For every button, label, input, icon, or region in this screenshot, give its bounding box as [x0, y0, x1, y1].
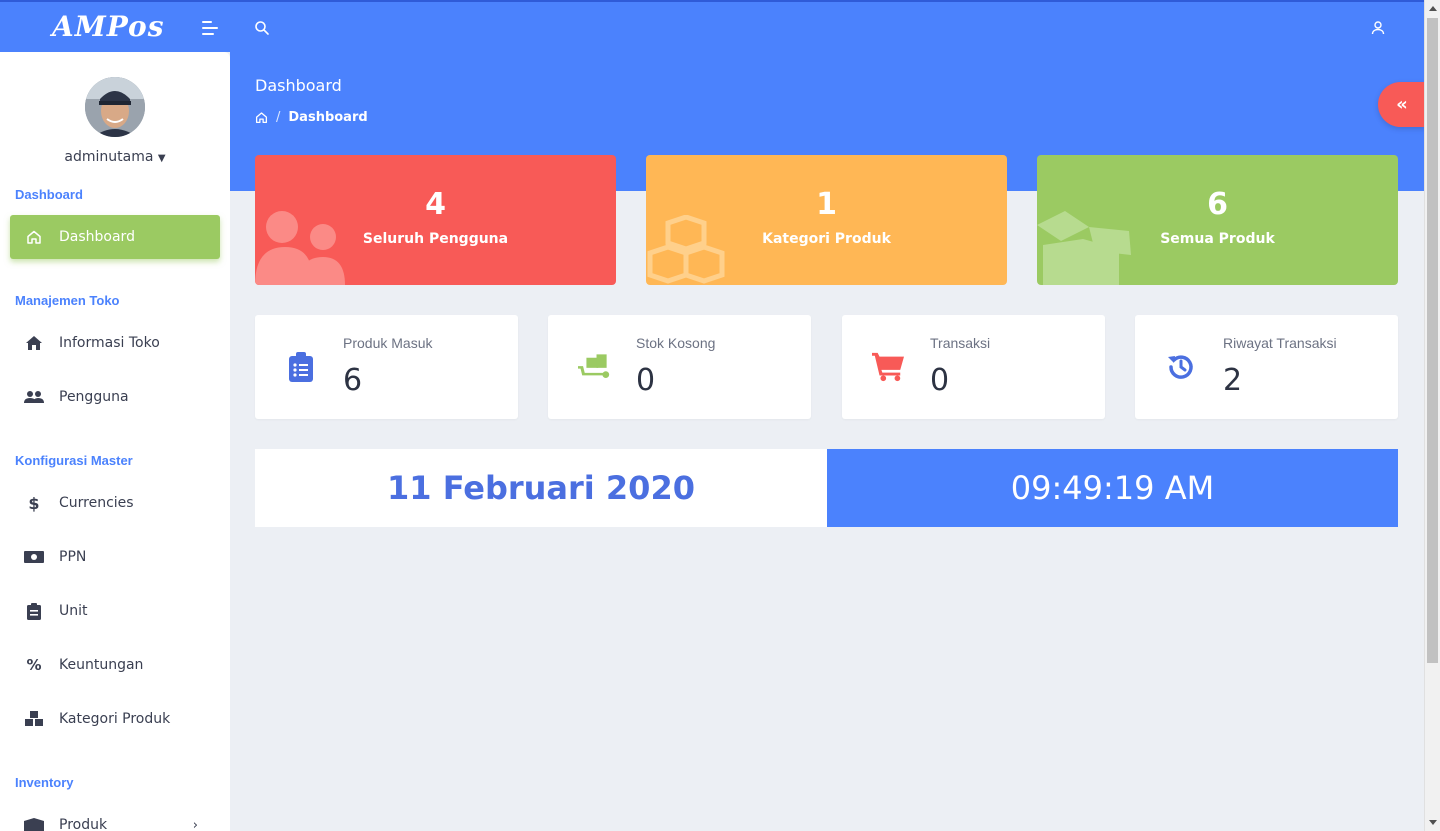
section-title-inventory: Inventory [15, 775, 74, 790]
sidebar-item-kategori-produk[interactable]: Kategori Produk [10, 697, 220, 741]
dolly-icon [578, 351, 610, 383]
search-icon[interactable] [254, 20, 270, 36]
sidebar-item-unit[interactable]: Unit [10, 589, 220, 633]
card-value: 4 [425, 187, 446, 222]
section-title-manajemen-toko: Manajemen Toko [15, 293, 120, 308]
cart-icon [872, 351, 904, 383]
sidebar-item-ppn[interactable]: PPN [10, 535, 220, 579]
sidebar-item-label: Pengguna [59, 389, 129, 405]
stat-transaksi[interactable]: Transaksi 0 [842, 315, 1105, 419]
user-menu[interactable]: adminutama ▼ [0, 149, 230, 165]
stat-value: 2 [1223, 363, 1243, 398]
users-icon [23, 386, 45, 408]
card-label: Seluruh Pengguna [362, 231, 509, 247]
home-outline-icon [23, 226, 45, 248]
section-title-konfigurasi-master: Konfigurasi Master [15, 453, 133, 468]
scrollbar-thumb[interactable] [1427, 18, 1438, 663]
sidebar-item-label: Produk [59, 817, 108, 831]
date-display: 11 Februari 2020 [255, 449, 827, 527]
time-display: 09:49:19 AM [827, 449, 1398, 527]
home-icon [23, 332, 45, 354]
stat-title: Produk Masuk [343, 335, 433, 351]
sidebar-item-informasi-toko[interactable]: Informasi Toko [10, 321, 220, 365]
scroll-up-arrow-icon[interactable] [1429, 6, 1437, 11]
caret-down-icon: ▼ [157, 153, 166, 164]
breadcrumb-current: Dashboard [288, 110, 368, 125]
stat-produk-masuk[interactable]: Produk Masuk 6 [255, 315, 518, 419]
app-logo[interactable]: AMPos [52, 10, 164, 43]
sidebar-item-label: PPN [59, 549, 87, 565]
collapse-button[interactable]: « [1378, 82, 1426, 127]
sidebar-item-produk[interactable]: Produk › [10, 803, 220, 831]
card-value: 6 [1207, 187, 1228, 222]
stat-title: Riwayat Transaksi [1223, 335, 1337, 351]
stat-title: Transaksi [930, 335, 991, 351]
clipboard-icon [23, 600, 45, 622]
sidebar-item-label: Currencies [59, 495, 134, 511]
stat-value: 6 [343, 363, 363, 398]
avatar[interactable] [85, 77, 145, 137]
dollar-icon: $ [28, 493, 40, 513]
sidebar-item-label: Keuntungan [59, 657, 144, 673]
card-kategori-produk[interactable]: 1 Kategori Produk [646, 155, 1007, 285]
percent-icon: % [26, 656, 42, 674]
section-title-dashboard: Dashboard [15, 187, 83, 202]
double-chevron-left-icon: « [1396, 94, 1408, 115]
card-label: Kategori Produk [762, 231, 891, 247]
sidebar-item-label: Unit [59, 603, 88, 619]
stat-riwayat-transaksi[interactable]: Riwayat Transaksi 2 [1135, 315, 1398, 419]
card-semua-produk[interactable]: 6 Semua Produk [1037, 155, 1398, 285]
sidebar: adminutama ▼ Dashboard Dashboard Manajem… [0, 52, 230, 831]
page-title: Dashboard [255, 76, 342, 95]
user-icon[interactable] [1370, 20, 1386, 36]
card-seluruh-pengguna[interactable]: 4 Seluruh Pengguna [255, 155, 616, 285]
scroll-down-arrow-icon[interactable] [1429, 820, 1437, 825]
sidebar-item-dashboard[interactable]: Dashboard [10, 215, 220, 259]
username: adminutama [64, 149, 154, 165]
cubes-icon [23, 708, 45, 730]
money-bill-icon [23, 546, 45, 568]
sidebar-item-currencies[interactable]: $ Currencies [10, 481, 220, 525]
menu-toggle-icon[interactable] [202, 21, 220, 35]
sidebar-item-pengguna[interactable]: Pengguna [10, 375, 220, 419]
home-breadcrumb-icon[interactable] [255, 111, 268, 124]
box-icon [23, 814, 45, 831]
stat-title: Stok Kosong [636, 335, 716, 351]
stat-value: 0 [636, 363, 656, 398]
history-icon [1165, 351, 1197, 383]
sidebar-item-label: Dashboard [59, 229, 135, 245]
cubes-icon [647, 215, 725, 284]
breadcrumb-separator: / [276, 110, 281, 125]
sidebar-item-label: Informasi Toko [59, 335, 160, 351]
breadcrumb: / Dashboard [255, 110, 368, 125]
card-label: Semua Produk [1160, 231, 1275, 247]
scrollbar[interactable] [1424, 0, 1440, 831]
stat-stok-kosong[interactable]: Stok Kosong 0 [548, 315, 811, 419]
stat-value: 0 [930, 363, 950, 398]
sidebar-item-keuntungan[interactable]: % Keuntungan [10, 643, 220, 687]
top-navbar: AMPos [0, 0, 1424, 52]
clipboard-list-icon [285, 351, 317, 383]
card-value: 1 [816, 187, 837, 222]
chevron-right-icon: › [192, 817, 198, 831]
sidebar-item-label: Kategori Produk [59, 711, 171, 727]
